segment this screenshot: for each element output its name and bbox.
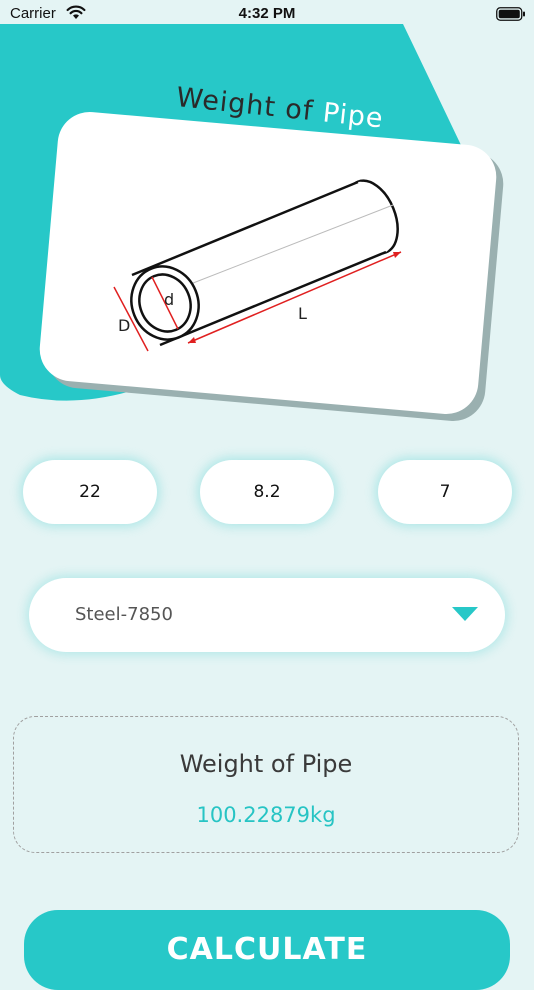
inner-diameter-label: d <box>164 290 174 309</box>
result-box: Weight of Pipe 100.22879kg <box>13 716 519 853</box>
length-input[interactable]: 7 <box>378 460 512 524</box>
battery-icon <box>496 7 525 21</box>
calculate-button[interactable]: CALCULATE <box>24 910 510 990</box>
chevron-down-icon[interactable] <box>452 607 478 622</box>
result-value: 100.22879kg <box>196 803 336 827</box>
material-dropdown[interactable]: Steel-7850 <box>29 578 505 652</box>
length-label: L <box>298 304 307 323</box>
hero-title-accent: Pipe <box>321 97 386 135</box>
result-label: Weight of Pipe <box>179 750 353 778</box>
pipe-illustration: d D L <box>113 179 402 352</box>
outer-diameter-label: D <box>118 316 130 335</box>
outer-diameter-input[interactable]: 22 <box>23 460 157 524</box>
material-selected-value: Steel-7850 <box>75 604 173 625</box>
inner-diameter-input[interactable]: 8.2 <box>200 460 334 524</box>
clock: 4:32 PM <box>238 5 296 22</box>
status-bar: Carrier 4:32 PM <box>0 0 534 28</box>
